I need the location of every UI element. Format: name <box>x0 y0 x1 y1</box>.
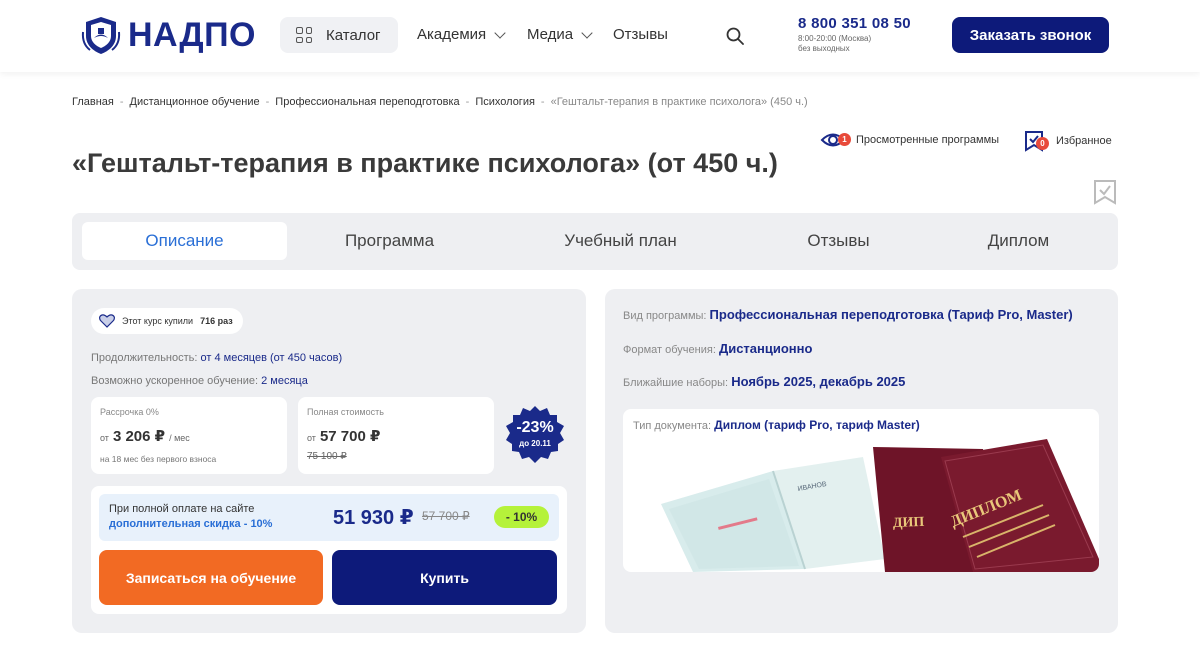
catalog-label: Каталог <box>326 26 381 44</box>
accelerated-label: Возможно ускоренное обучение: <box>91 375 259 387</box>
tab-description[interactable]: Описание <box>82 222 287 260</box>
tab-program[interactable]: Программа <box>287 222 492 260</box>
document-type-value: Диплом (тариф Pro, тариф Master) <box>714 418 920 432</box>
installment-price: 3 206 ₽ <box>112 428 166 445</box>
breadcrumb-retraining[interactable]: Профессиональная переподготовка <box>275 96 459 108</box>
breadcrumb-psychology[interactable]: Психология <box>475 96 535 108</box>
enrollment-value: Ноябрь 2025, декабрь 2025 <box>731 374 906 389</box>
logo-emblem-icon <box>81 17 121 54</box>
enrollment-line: Ближайшие наборы: Ноябрь 2025, декабрь 2… <box>623 374 905 389</box>
add-to-favorites-icon[interactable] <box>1093 179 1117 205</box>
installment-label: Рассрочка 0% <box>100 407 159 417</box>
phone-block[interactable]: 8 800 351 08 50 8:00-20:00 (Москва) без … <box>798 15 911 54</box>
nav-media-label: Медиа <box>527 26 574 43</box>
breadcrumb-distance[interactable]: Дистанционное обучение <box>130 96 260 108</box>
breadcrumb: Главная - Дистанционное обучение - Профе… <box>72 96 808 108</box>
logo[interactable]: НАДПО <box>80 14 256 56</box>
full-price-label: Полная стоимость <box>307 407 384 417</box>
full-price-box: Полная стоимость от 57 700 ₽ 75 100 ₽ <box>298 397 494 474</box>
tab-reviews[interactable]: Отзывы <box>736 222 941 260</box>
purchases-badge: Этот курс купили 716 раз <box>91 308 243 334</box>
program-type-label: Вид программы: <box>623 310 707 322</box>
document-box: Тип документа: Диплом (тариф Pro, тариф … <box>623 409 1099 572</box>
final-price-old: 57 700 ₽ <box>422 509 470 523</box>
document-type-line: Тип документа: Диплом (тариф Pro, тариф … <box>633 418 920 432</box>
details-card: Вид программы: Профессиональная переподг… <box>605 289 1118 633</box>
duration-value: от 4 месяцев (от 450 часов) <box>200 352 343 364</box>
viewed-count-badge: 1 <box>838 133 851 146</box>
svg-text:ДИП: ДИП <box>893 515 925 531</box>
favorites-link[interactable]: 0 Избранное <box>1024 130 1112 152</box>
catalog-button[interactable]: Каталог <box>280 17 398 53</box>
diploma-image: ИВАНОВ ДИПЛОМ ДИП <box>661 439 1099 572</box>
viewed-label: Просмотренные программы <box>856 134 1000 146</box>
extra-discount-tag: - 10% <box>494 506 549 528</box>
breadcrumb-separator: - <box>265 96 270 108</box>
breadcrumb-home[interactable]: Главная <box>72 96 114 108</box>
installment-terms: на 18 мес без первого взноса <box>100 454 217 464</box>
program-type-line: Вид программы: Профессиональная переподг… <box>623 307 1073 322</box>
favorites-label: Избранное <box>1056 135 1112 147</box>
heart-icon <box>99 314 115 328</box>
order-call-button[interactable]: Заказать звонок <box>952 17 1109 53</box>
final-price: 51 930 ₽ <box>333 507 414 529</box>
nav-media[interactable]: Медиа <box>527 26 593 43</box>
discount-until: до 20.11 <box>519 439 551 448</box>
nav-academy[interactable]: Академия <box>417 26 506 43</box>
phone-days: без выходных <box>798 44 850 53</box>
full-price-from: от <box>307 433 316 443</box>
tab-diploma[interactable]: Диплом <box>916 222 1121 260</box>
enrollment-label: Ближайшие наборы: <box>623 377 729 389</box>
tabs-bar: Описание Программа Учебный план Отзывы Д… <box>72 213 1118 270</box>
purchases-prefix: Этот курс купили <box>122 316 194 326</box>
format-value: Дистанционно <box>718 341 813 356</box>
pricing-card: Этот курс купили 716 раз Продолжительнос… <box>72 289 586 633</box>
installment-unit: / мес <box>169 433 190 443</box>
eye-icon-wrap: 1 <box>820 130 851 150</box>
installment-box: Рассрочка 0% от 3 206 ₽ / мес на 18 мес … <box>91 397 287 474</box>
grid-icon <box>296 27 312 43</box>
phone-hours: 8:00-20:00 (Москва) <box>798 34 872 43</box>
buy-button[interactable]: Купить <box>332 550 557 605</box>
extra-discount-panel: При полной оплате на сайте дополнительна… <box>99 494 559 541</box>
document-type-label: Тип документа: <box>633 420 712 432</box>
breadcrumb-separator: - <box>540 96 545 108</box>
format-label: Формат обучения: <box>623 344 716 356</box>
viewed-programs-link[interactable]: 1 Просмотренные программы <box>820 130 999 150</box>
breadcrumb-separator: - <box>465 96 470 108</box>
chevron-down-icon <box>494 26 506 39</box>
nav-reviews[interactable]: Отзывы <box>613 26 668 43</box>
accelerated-line: Возможно ускоренное обучение: 2 месяца <box>91 375 308 387</box>
breadcrumb-current: «Гештальт-терапия в практике психолога» … <box>550 96 808 108</box>
extra-discount-line1: При полной оплате на сайте <box>109 503 255 515</box>
enroll-button[interactable]: Записаться на обучение <box>99 550 323 605</box>
favorites-count-badge: 0 <box>1036 137 1049 150</box>
duration-line: Продолжительность: от 4 месяцев (от 450 … <box>91 352 342 364</box>
nav-academy-label: Академия <box>417 26 487 43</box>
installment-from: от <box>100 433 109 443</box>
page-title: «Гештальт-терапия в практике психолога» … <box>72 148 778 178</box>
favorites-icon-wrap: 0 <box>1024 130 1049 152</box>
accelerated-value: 2 месяца <box>261 375 308 387</box>
nav-reviews-label: Отзывы <box>613 26 668 43</box>
full-price: 57 700 ₽ <box>319 428 381 445</box>
tab-curriculum[interactable]: Учебный план <box>518 222 723 260</box>
discount-percent: -23% <box>516 419 554 436</box>
payment-block: При полной оплате на сайте дополнительна… <box>91 486 567 614</box>
extra-discount-line2: дополнительная скидка - 10% <box>109 518 273 530</box>
search-icon[interactable] <box>726 27 744 45</box>
program-type-value: Профессиональная переподготовка (Тариф P… <box>709 307 1073 322</box>
installment-price-line: от 3 206 ₽ / мес <box>100 427 190 445</box>
format-line: Формат обучения: Дистанционно <box>623 341 812 356</box>
chevron-down-icon <box>581 26 593 39</box>
full-price-old: 75 100 ₽ <box>307 451 347 462</box>
purchases-count: 716 раз <box>200 316 233 326</box>
breadcrumb-separator: - <box>119 96 124 108</box>
logo-text: НАДПО <box>128 15 256 54</box>
duration-label: Продолжительность: <box>91 352 198 364</box>
discount-badge: -23% до 20.11 <box>505 405 565 465</box>
site-header: НАДПО Каталог Академия Медиа Отзывы 8 80… <box>0 0 1200 72</box>
full-price-line: от 57 700 ₽ <box>307 427 380 445</box>
phone-number[interactable]: 8 800 351 08 50 <box>798 15 911 32</box>
